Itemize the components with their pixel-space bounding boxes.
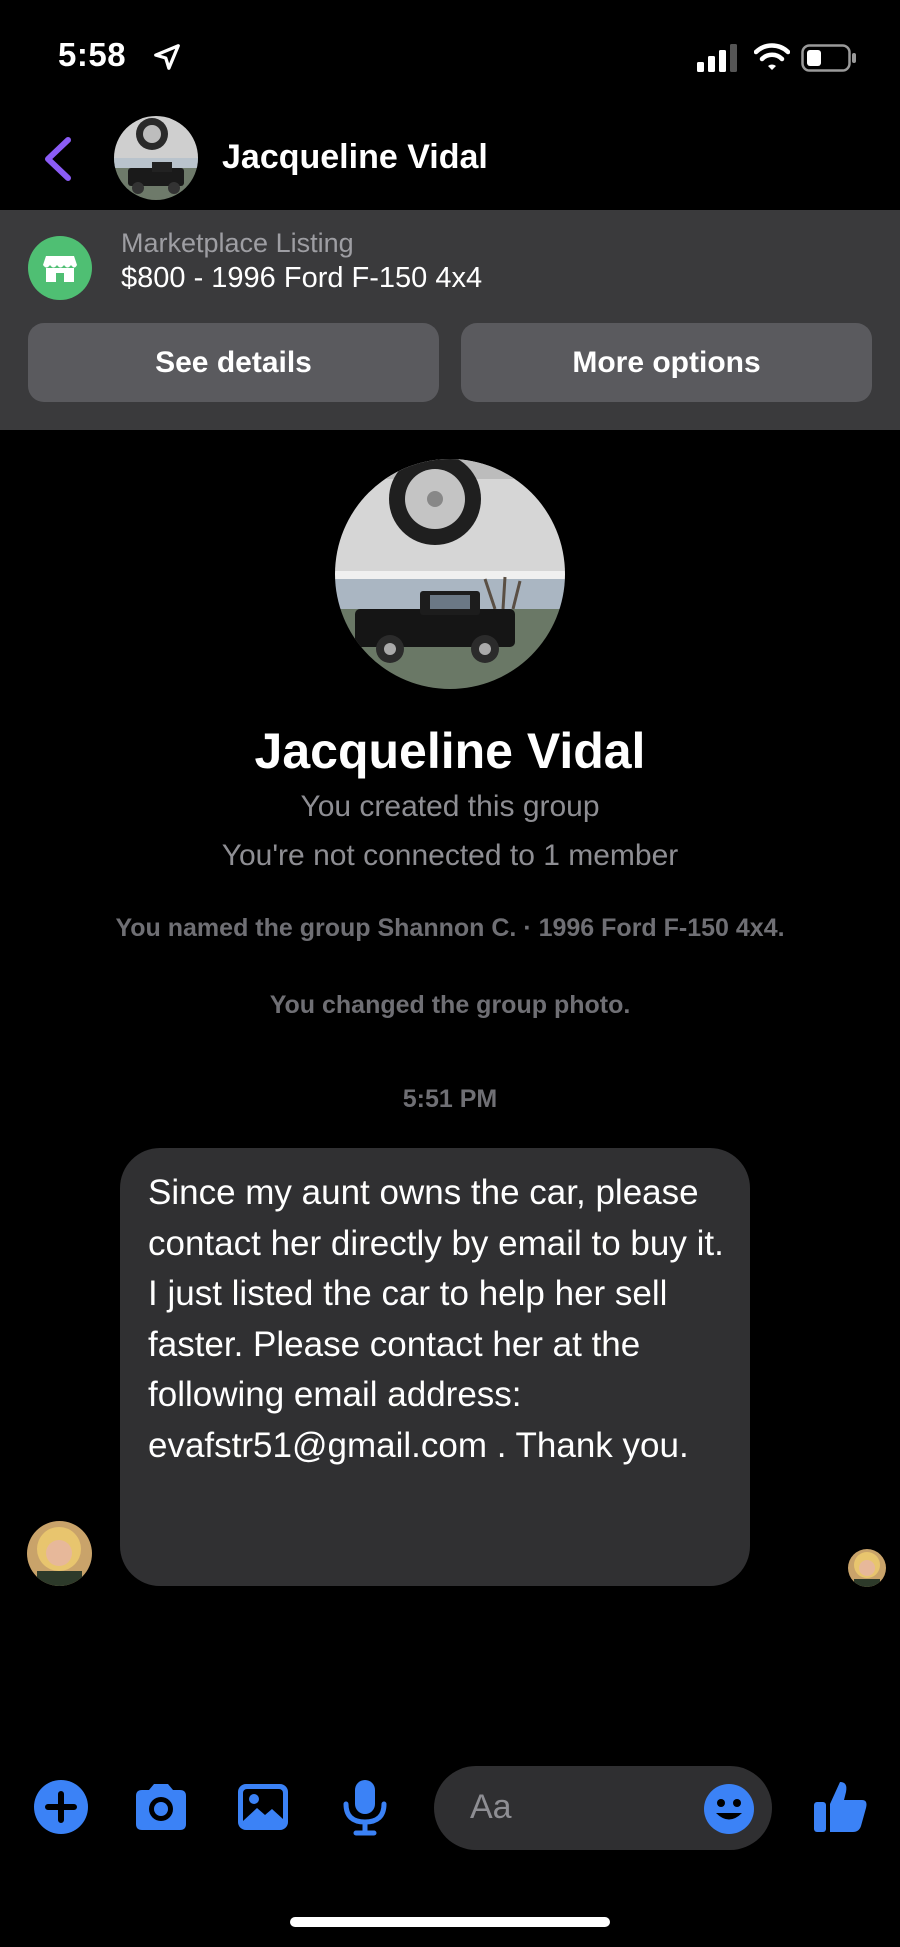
signal-icon [697, 44, 737, 72]
marketplace-label: Marketplace Listing [121, 228, 354, 258]
camera-icon[interactable] [130, 1776, 192, 1838]
like-icon[interactable] [810, 1776, 870, 1836]
more-options-button[interactable]: More options [461, 323, 872, 402]
message-timestamp: 5:51 PM [402, 1085, 498, 1113]
microphone-icon[interactable] [334, 1776, 396, 1838]
marketplace-listing-title: $800 - 1996 Ford F-150 4x4 [121, 262, 483, 294]
status-time: 5:58 [58, 36, 127, 73]
marketplace-store-icon [28, 236, 92, 300]
header-avatar[interactable] [114, 116, 198, 200]
back-icon[interactable] [40, 136, 74, 182]
event-group-named: You named the group Shannon C. · 1996 Fo… [115, 914, 785, 942]
truck-photo [335, 459, 565, 689]
profile-name: Jacqueline Vidal [254, 723, 646, 779]
battery-icon [801, 44, 856, 72]
sender-avatar-image [27, 1521, 92, 1586]
plus-icon[interactable] [30, 1776, 92, 1838]
message-input-placeholder: Aa [470, 1788, 512, 1826]
wifi-icon [754, 43, 790, 70]
truck-photo-thumbnail [114, 116, 198, 200]
emoji-icon[interactable] [702, 1782, 756, 1836]
gallery-icon[interactable] [232, 1776, 294, 1838]
read-receipt-avatar [848, 1549, 886, 1587]
header-contact-name[interactable]: Jacqueline Vidal [222, 138, 488, 177]
sender-avatar[interactable] [27, 1521, 92, 1586]
home-indicator [290, 1917, 610, 1927]
group-photo[interactable] [335, 459, 565, 689]
see-details-button[interactable]: See details [28, 323, 439, 402]
event-photo-changed: You changed the group photo. [269, 991, 631, 1019]
connection-text: You're not connected to 1 member [221, 839, 679, 872]
group-created-text: You created this group [300, 790, 600, 823]
message-text: Since my aunt owns the car, please conta… [148, 1173, 724, 1465]
location-arrow-icon [154, 44, 180, 70]
